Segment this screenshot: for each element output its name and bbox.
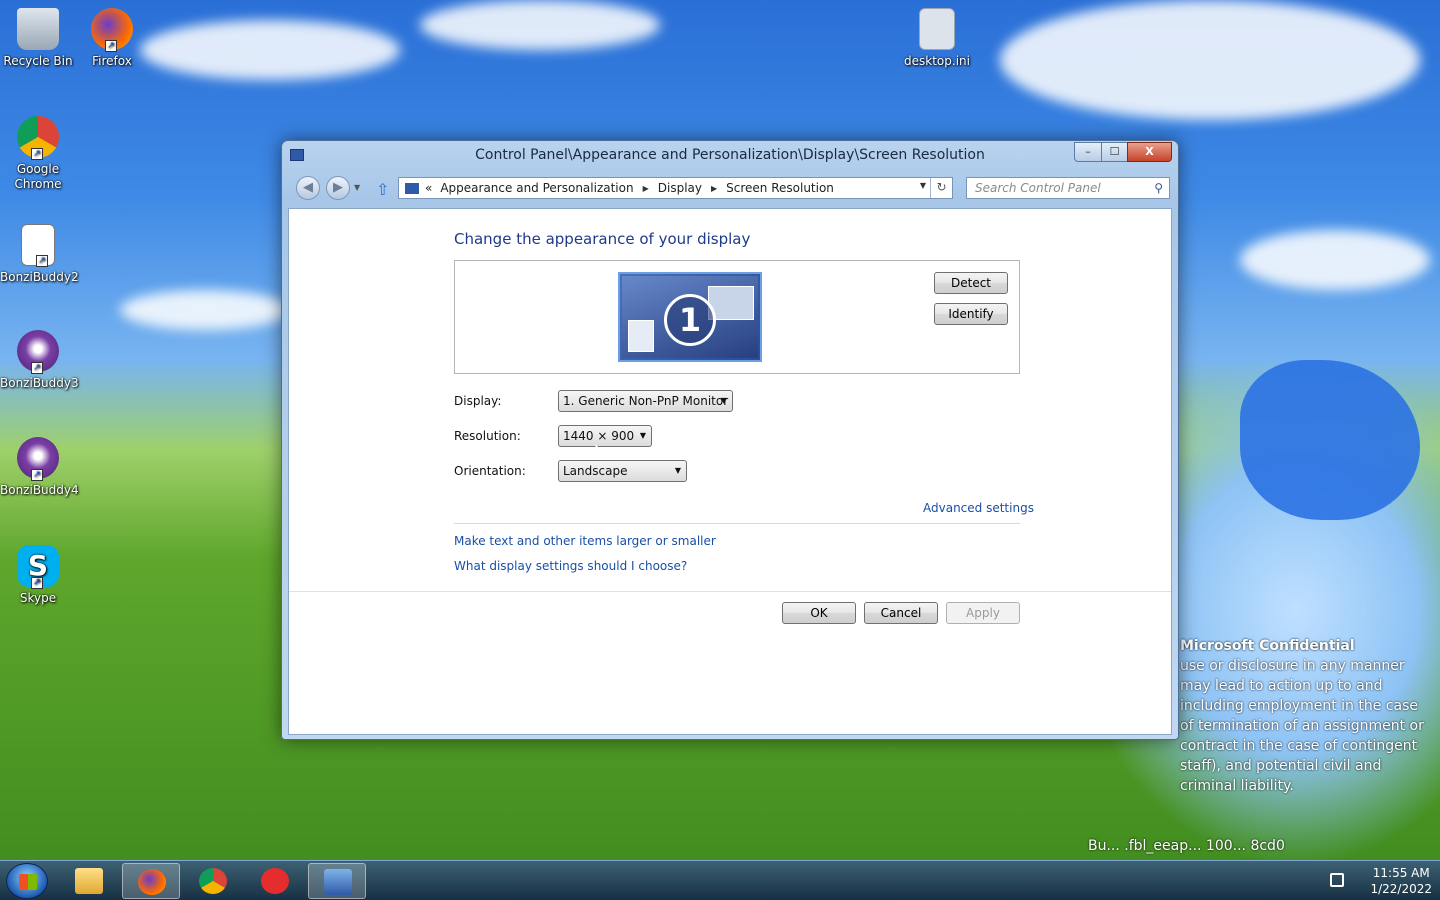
orientation-label: Orientation: — [454, 464, 526, 478]
bonzi-gorilla-icon: ↗ — [17, 437, 59, 481]
desktop-icon-skype[interactable]: S ↗ Skype — [0, 545, 76, 606]
forward-button[interactable]: ▶ — [326, 176, 350, 200]
taskbar-explorer[interactable] — [60, 863, 118, 899]
navigation-bar: ◀ ▶ ▼ ⇧ « Appearance and Personalization… — [282, 173, 1178, 203]
window-title: Control Panel\Appearance and Personaliza… — [475, 147, 985, 163]
divider — [454, 523, 1020, 524]
resolution-select[interactable]: 1440 × 900 ▼ — [558, 425, 652, 447]
system-clock[interactable]: 11:55 AM 1/22/2022 — [1370, 865, 1432, 897]
recent-pages-dropdown[interactable]: ▼ — [354, 183, 360, 192]
network-icon[interactable] — [1330, 873, 1344, 887]
orientation-value: Landscape — [563, 464, 628, 478]
chevron-right-icon[interactable]: ▶ — [643, 184, 649, 193]
title-bar[interactable]: Control Panel\Appearance and Personaliza… — [282, 141, 1178, 171]
cancel-button[interactable]: Cancel — [864, 602, 938, 624]
windows-logo-icon — [19, 874, 37, 890]
breadcrumb-appearance[interactable]: Appearance and Personalization — [440, 181, 633, 195]
desktop-icon-bonzibuddy3[interactable]: ↗ BonziBuddy3 — [0, 330, 79, 391]
monitor-1-tile[interactable]: 1 — [618, 272, 762, 362]
chrome-icon — [199, 868, 227, 894]
search-placeholder: Search Control Panel — [975, 181, 1101, 195]
minimize-button[interactable]: – — [1074, 142, 1102, 162]
chrome-icon: ↗ — [17, 116, 59, 160]
refresh-icon[interactable]: ↻ — [930, 178, 952, 198]
address-bar[interactable]: « Appearance and Personalization ▶ Displ… — [398, 177, 953, 199]
taskbar-firefox[interactable] — [122, 863, 180, 899]
build-watermark: Bu... .fbl_eeap... 100... 8cd0 — [1088, 838, 1285, 854]
watermark-title: Microsoft Confidential — [1180, 638, 1355, 654]
display-label: Display: — [454, 394, 502, 408]
cloud — [1000, 0, 1420, 120]
clock-time: 11:55 AM — [1372, 866, 1430, 880]
clock-date: 1/22/2022 — [1370, 882, 1432, 896]
control-panel-icon — [324, 869, 352, 895]
monitor-arrangement: 1 Detect Identify — [454, 260, 1020, 374]
display-help-link[interactable]: What display settings should I choose? — [454, 559, 687, 573]
desktop-icon-bonzibuddy4[interactable]: ↗ BonziBuddy4 — [0, 437, 79, 498]
desktop-icon-bonzibuddy2[interactable]: ↗ BonziBuddy2 — [0, 224, 79, 285]
cloud — [120, 290, 290, 330]
breadcrumb-overflow[interactable]: « — [425, 181, 432, 195]
firefox-icon — [138, 869, 166, 895]
desktop-icon-desktop-ini[interactable]: desktop.ini — [899, 8, 975, 69]
firefox-icon: ↗ — [91, 8, 133, 52]
arrow-left-icon: ◀ — [303, 180, 313, 195]
arrow-right-icon: ▶ — [333, 180, 343, 195]
desktop-icon-firefox[interactable]: ↗ Firefox — [74, 8, 150, 69]
advanced-settings-link[interactable]: Advanced settings — [923, 501, 1034, 515]
resolution-value: 1440 × 900 — [563, 429, 635, 443]
screen-resolution-window: Control Panel\Appearance and Personaliza… — [281, 140, 1179, 740]
file-icon: ↗ — [21, 224, 55, 267]
breadcrumb-display[interactable]: Display — [658, 181, 702, 195]
yandex-icon — [261, 868, 289, 894]
close-button[interactable]: X — [1127, 142, 1172, 162]
identify-button[interactable]: Identify — [934, 303, 1008, 325]
folder-icon — [75, 868, 103, 894]
back-button[interactable]: ◀ — [296, 176, 320, 200]
taskbar: 11:55 AM 1/22/2022 — [0, 860, 1440, 900]
cloud — [420, 0, 660, 50]
recycle-bin-icon — [17, 8, 59, 50]
chevron-down-icon: ▼ — [639, 431, 646, 440]
apply-button[interactable]: Apply — [946, 602, 1020, 624]
desktop-icon-recycle-bin[interactable]: Recycle Bin — [0, 8, 76, 69]
bonzi-gorilla-icon: ↗ — [17, 330, 59, 374]
watermark-body: use or disclosure in any manner may lead… — [1180, 658, 1424, 794]
breadcrumb-screen-resolution[interactable]: Screen Resolution — [726, 181, 834, 195]
settings-file-icon — [919, 8, 955, 50]
search-input[interactable]: Search Control Panel ⚲ — [966, 177, 1170, 199]
resolution-label: Resolution: — [454, 429, 521, 443]
cloud — [140, 20, 400, 80]
monitor-number: 1 — [664, 294, 716, 346]
confidential-watermark: Microsoft Confidential use or disclosure… — [1180, 636, 1430, 796]
footer-divider — [289, 591, 1171, 592]
orientation-select[interactable]: Landscape ▼ — [558, 460, 687, 482]
window-thumbnail — [628, 320, 654, 352]
ok-button[interactable]: OK — [782, 602, 856, 624]
maximize-button[interactable]: ☐ — [1101, 142, 1128, 162]
page-title: Change the appearance of your display — [454, 230, 751, 248]
cloud — [1240, 230, 1430, 290]
taskbar-yandex[interactable] — [246, 863, 304, 899]
detect-button[interactable]: Detect — [934, 272, 1008, 294]
chevron-right-icon[interactable]: ▶ — [711, 184, 717, 193]
taskbar-chrome[interactable] — [184, 863, 242, 899]
content-pane: Change the appearance of your display 1 … — [288, 208, 1172, 735]
chevron-down-icon[interactable]: ▼ — [920, 181, 926, 190]
skype-icon: S ↗ — [17, 545, 59, 589]
taskbar-control-panel[interactable] — [308, 863, 366, 899]
chevron-down-icon: ▼ — [674, 466, 681, 475]
display-select[interactable]: 1. Generic Non-PnP Monitor ▼ — [558, 390, 733, 412]
control-panel-icon — [405, 182, 419, 194]
chevron-down-icon: ▼ — [720, 396, 727, 405]
search-icon[interactable]: ⚲ — [1154, 178, 1163, 198]
text-size-link[interactable]: Make text and other items larger or smal… — [454, 534, 716, 548]
monitor-screen: 1 — [622, 276, 758, 358]
display-value: 1. Generic Non-PnP Monitor — [563, 394, 729, 408]
up-arrow-icon[interactable]: ⇧ — [376, 180, 389, 199]
start-button[interactable] — [6, 863, 48, 899]
desktop-icon-chrome[interactable]: ↗ Google Chrome — [0, 116, 76, 192]
